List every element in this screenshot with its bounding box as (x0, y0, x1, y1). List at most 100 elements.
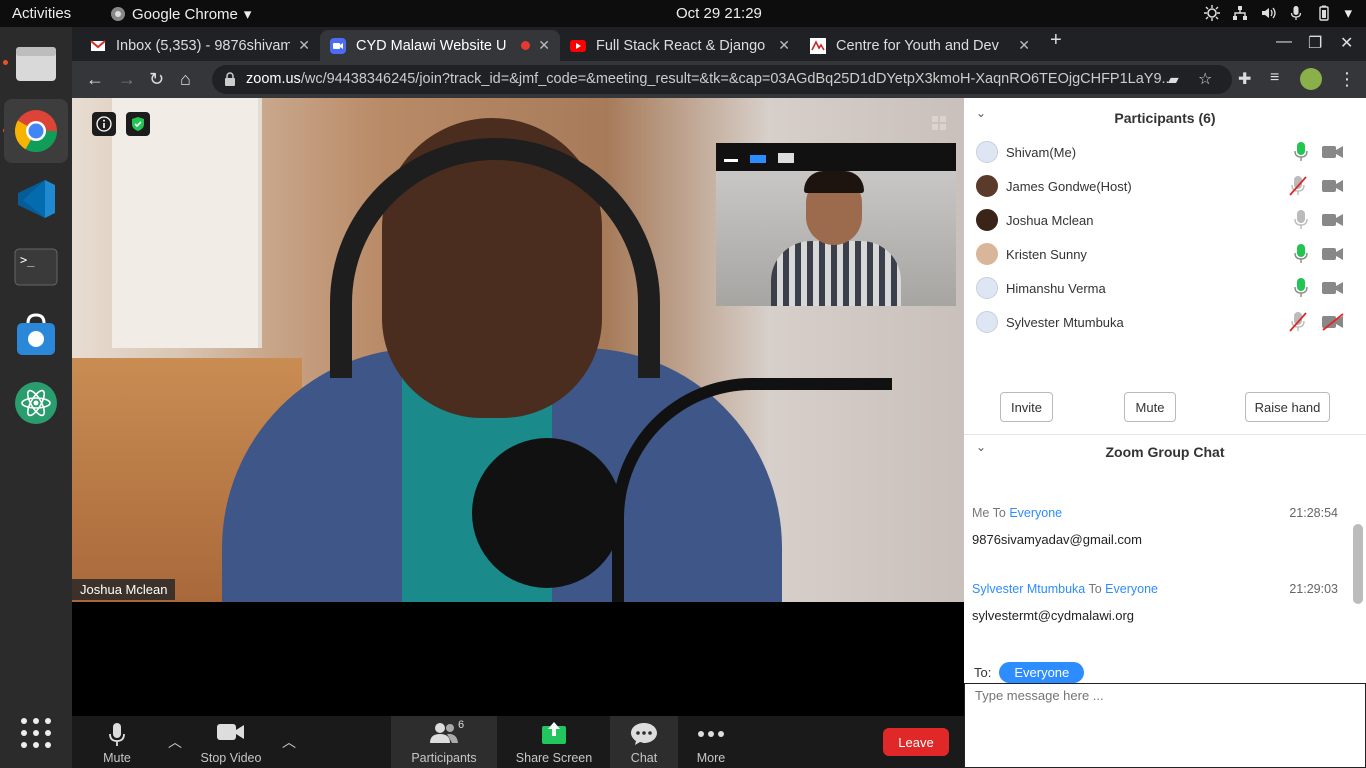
side-panel: ⌄ Participants (6) Shivam(Me) James Gond… (964, 98, 1366, 768)
vscode-app-icon[interactable] (4, 167, 68, 231)
url-path: /wc/94438346245/join?track_id=&jmf_code=… (300, 71, 1174, 87)
tab-cyd[interactable]: Centre for Youth and Dev ✕ (800, 30, 1040, 61)
clock[interactable]: Oct 29 21:29 (676, 5, 762, 22)
camera-in-use-icon[interactable]: ▰ (1168, 71, 1179, 88)
video-camera-icon[interactable] (1322, 213, 1344, 227)
chat-message-input[interactable] (964, 683, 1366, 768)
more-label: More (696, 751, 726, 765)
close-window-button[interactable]: ✕ (1340, 33, 1353, 53)
address-bar[interactable]: zoom.us/wc/94438346245/join?track_id=&jm… (212, 65, 1232, 94)
tab-youtube[interactable]: Full Stack React & Django ✕ (560, 30, 800, 61)
mute-all-button[interactable]: Mute (1124, 392, 1176, 422)
close-icon[interactable]: ✕ (298, 37, 310, 54)
system-tray[interactable]: ▾ (1204, 4, 1352, 22)
close-icon[interactable]: ✕ (538, 37, 550, 54)
mute-button[interactable]: Mute (92, 716, 142, 768)
extensions-icon[interactable]: ✚ (1238, 69, 1251, 89)
software-store-icon[interactable] (4, 303, 68, 367)
fullscreen-view-icon[interactable] (778, 153, 794, 163)
brightness-icon (1204, 5, 1221, 21)
meeting-controls-bar: Mute ︿ Stop Video ︿ 6 Participants Share… (72, 716, 964, 768)
leave-meeting-button[interactable]: Leave (883, 728, 949, 756)
activities-button[interactable]: Activities (12, 5, 71, 22)
avatar (976, 175, 998, 197)
gallery-view-icon[interactable] (932, 116, 946, 130)
home-button[interactable]: ⌂ (180, 69, 191, 90)
video-camera-icon (217, 724, 244, 740)
invite-button[interactable]: Invite (1000, 392, 1053, 422)
gmail-icon (90, 39, 106, 51)
stop-video-button[interactable]: Stop Video (196, 716, 266, 768)
app-menu[interactable]: Google Chrome ▾ (110, 5, 251, 23)
participant-row[interactable]: Kristen Sunny (976, 237, 1356, 271)
encryption-shield-button[interactable] (126, 112, 150, 136)
participant-row[interactable]: James Gondwe(Host) (976, 169, 1356, 203)
participant-row[interactable]: Sylvester Mtumbuka (976, 305, 1356, 339)
media-control-icon[interactable]: ≡ (1270, 69, 1279, 87)
microphone-muted-icon[interactable] (1288, 312, 1308, 332)
video-off-icon[interactable] (1322, 313, 1344, 331)
chrome-app-icon[interactable] (4, 99, 68, 163)
app-menu-label: Google Chrome (132, 5, 238, 23)
speaker-view-icon[interactable] (750, 155, 766, 163)
profile-avatar[interactable] (1300, 68, 1322, 90)
participant-row[interactable]: Shivam(Me) (976, 135, 1356, 169)
avatar (976, 209, 998, 231)
minimize-video-icon[interactable] (724, 159, 738, 162)
self-view-window[interactable] (716, 143, 956, 306)
microphone-on-icon[interactable] (1294, 278, 1308, 298)
chat-sender: Me (972, 506, 990, 520)
menu-kebab-icon[interactable]: ⋮ (1338, 69, 1356, 90)
raise-hand-button[interactable]: Raise hand (1245, 392, 1330, 422)
chat-message-text: sylvestermt@cydmalawi.org (972, 608, 1135, 623)
chat-scrollbar[interactable] (1353, 524, 1363, 604)
participants-button[interactable]: 6 Participants (391, 716, 497, 768)
video-camera-icon[interactable] (1322, 145, 1344, 159)
microphone-muted-icon[interactable] (1288, 176, 1308, 196)
participant-row[interactable]: Himanshu Verma (976, 271, 1356, 305)
chat-recipient-select[interactable]: Everyone (999, 662, 1085, 683)
video-options-chevron-icon[interactable]: ︿ (282, 732, 296, 752)
reload-button[interactable]: ↻ (149, 69, 164, 90)
back-button[interactable]: ← (86, 69, 104, 90)
participant-name: James Gondwe(Host) (1006, 178, 1132, 194)
youtube-icon (570, 39, 586, 52)
share-screen-button[interactable]: Share Screen (512, 716, 596, 768)
show-apps-grid-icon[interactable] (4, 701, 68, 765)
video-camera-icon[interactable] (1322, 179, 1344, 193)
svg-text:>_: >_ (20, 253, 35, 267)
microphone-icon (1291, 6, 1302, 20)
more-button[interactable]: More (688, 716, 734, 768)
minimize-button[interactable]: — (1276, 33, 1292, 51)
browser-toolbar: ← → ↻ ⌂ zoom.us/wc/94438346245/join?trac… (72, 61, 1366, 98)
meeting-info-button[interactable] (92, 112, 116, 136)
participant-row[interactable]: Joshua Mclean (976, 203, 1356, 237)
atom-app-icon[interactable] (4, 371, 68, 435)
chat-recipient[interactable]: Everyone (1105, 582, 1158, 596)
tab-gmail[interactable]: Inbox (5,353) - 9876shivam ✕ (80, 30, 320, 61)
participant-name: Shivam(Me) (1006, 144, 1077, 160)
avatar (976, 311, 998, 333)
forward-button[interactable]: → (118, 69, 136, 90)
chat-recipient[interactable]: Everyone (1009, 506, 1062, 520)
participant-name: Sylvester Mtumbuka (1006, 314, 1124, 330)
audio-options-chevron-icon[interactable]: ︿ (168, 732, 182, 752)
microphone-on-icon[interactable] (1294, 244, 1308, 264)
maximize-button[interactable]: ❐ (1308, 33, 1322, 53)
system-top-bar: Activities Google Chrome ▾ Oct 29 21:29 … (0, 0, 1366, 27)
microphone-on-icon[interactable] (1294, 142, 1308, 162)
new-tab-button[interactable]: + (1050, 29, 1062, 52)
chat-sender[interactable]: Sylvester Mtumbuka (972, 582, 1085, 596)
close-icon[interactable]: ✕ (778, 37, 790, 54)
video-camera-icon[interactable] (1322, 281, 1344, 295)
files-app-icon[interactable] (4, 31, 68, 95)
video-camera-icon[interactable] (1322, 247, 1344, 261)
chat-button[interactable]: Chat (610, 716, 678, 768)
tab-zoom[interactable]: CYD Malawi Website U ✕ (320, 30, 560, 61)
microphone-icon[interactable] (1294, 210, 1308, 230)
bookmark-star-icon[interactable]: ☆ (1198, 69, 1212, 89)
video-headphones (330, 138, 660, 378)
terminal-app-icon[interactable]: >_ (4, 235, 68, 299)
close-icon[interactable]: ✕ (1018, 37, 1030, 54)
participants-panel-title: Participants (6) (1114, 110, 1216, 126)
